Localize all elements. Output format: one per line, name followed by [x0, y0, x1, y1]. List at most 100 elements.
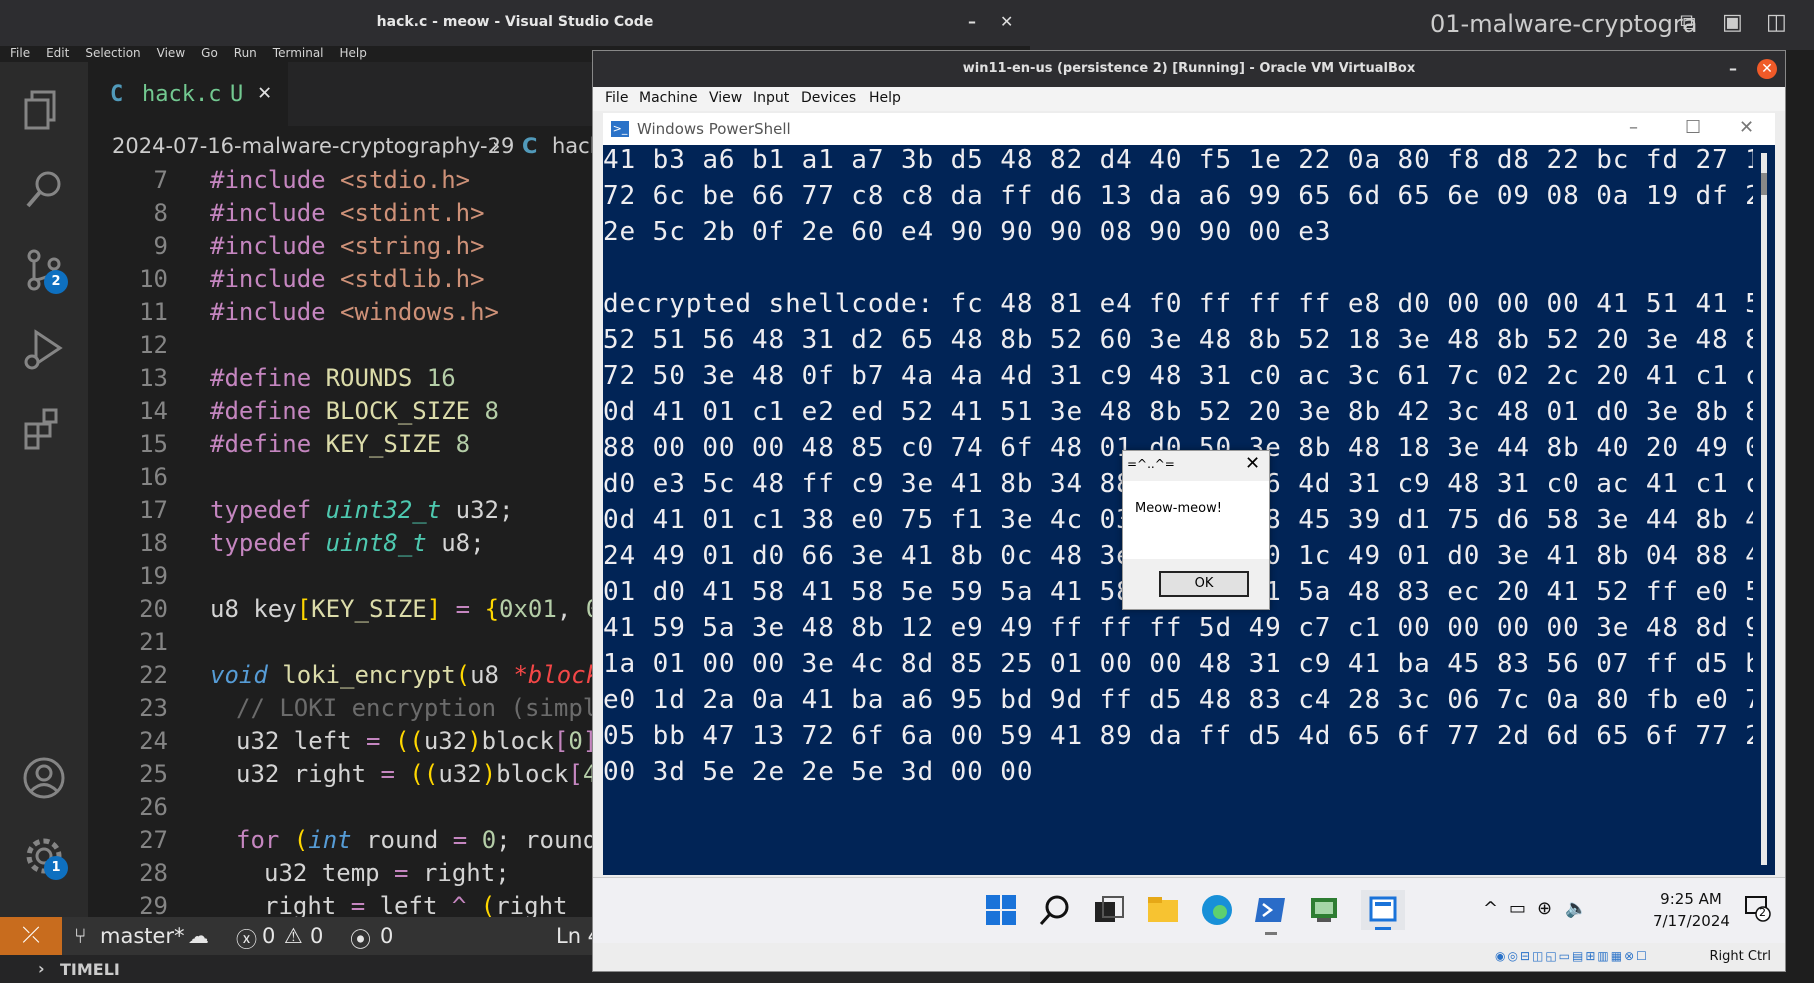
vm-window-title: win11-en-us (persistence 2) [Running] - … — [962, 61, 1416, 76]
network-globe-icon[interactable]: ⊕ — [1537, 898, 1552, 919]
close-icon[interactable]: ✕ — [1757, 59, 1777, 79]
code-editor[interactable]: 7 #include <stdio.h> 8 #include <stdint.h>… — [88, 166, 618, 917]
clock-time: 9:25 AM — [1660, 890, 1722, 908]
layout-icon[interactable]: ⧉ — [1680, 10, 1696, 35]
tab-hack-c[interactable]: C hack.c U ✕ — [88, 62, 288, 126]
close-icon[interactable]: ✕ — [1739, 117, 1754, 138]
error-count[interactable]: 0 — [262, 924, 275, 948]
menubar: File Edit Selection View Go Run Terminal Help — [0, 46, 600, 62]
branch-name[interactable]: master* — [100, 924, 185, 948]
extensions-icon[interactable] — [20, 406, 68, 454]
task-view-icon[interactable] — [1091, 892, 1127, 928]
ports-icon: ⦿ — [350, 928, 371, 952]
ports-count[interactable]: 0 — [380, 924, 393, 948]
app-icon[interactable] — [1307, 892, 1343, 928]
console-line: 2e 5c 2b 0f 2e 60 e4 90 90 90 08 90 90 0… — [603, 217, 1332, 247]
menu-help[interactable]: Help — [869, 90, 901, 106]
accounts-icon[interactable] — [20, 754, 68, 802]
menu-view[interactable]: View — [709, 90, 742, 106]
chevron-right-icon: › — [38, 959, 45, 978]
c-file-icon: C — [110, 82, 124, 107]
minimize-icon[interactable]: – — [968, 12, 976, 31]
branch-icon: ⑂ — [74, 924, 87, 948]
menu-go[interactable]: Go — [201, 46, 218, 60]
close-icon[interactable]: ✕ — [1000, 12, 1013, 31]
scrollbar[interactable] — [1761, 153, 1767, 865]
line-number: 7 — [153, 166, 168, 194]
edge-icon[interactable] — [1199, 892, 1235, 928]
menu-file[interactable]: File — [10, 46, 30, 60]
line-number: 28 — [139, 859, 168, 887]
menu-selection[interactable]: Selection — [85, 46, 140, 60]
virtualbox-titlebar: win11-en-us (persistence 2) [Running] - … — [593, 51, 1785, 87]
vbox-statusbar: ◉◎⊟◫◱▭▤⊞▥▦⊗☐ Right Ctrl — [593, 943, 1785, 971]
console-line: 41 59 5a 3e 48 8b 12 e9 49 ff ff ff 5d 4… — [603, 613, 1753, 643]
line-number: 17 — [139, 496, 168, 524]
menu-terminal[interactable]: Terminal — [273, 46, 324, 60]
dialog-body: Meow-meow! — [1123, 481, 1269, 559]
virtualbox-guest-icon[interactable] — [1361, 890, 1405, 930]
sync-icon[interactable]: ☁ — [188, 924, 209, 948]
start-icon[interactable] — [983, 892, 1019, 928]
console-line: 00 3d 5e 2e 2e 5e 3d 00 00 — [603, 757, 1034, 787]
maximize-icon[interactable]: ☐ — [1685, 117, 1701, 138]
volume-icon[interactable]: 🔈 — [1565, 898, 1587, 919]
ok-button[interactable]: OK — [1159, 571, 1249, 597]
dialog-caption: =^..^= — [1127, 457, 1175, 471]
file-explorer-icon[interactable] — [1145, 892, 1181, 928]
line-number: 14 — [139, 397, 168, 425]
background-window-titlebar: 01-malware-cryptogra ⧉ ▣ ◫ — [1030, 0, 1814, 50]
console-line: 52 51 56 48 31 d2 65 48 8b 52 60 3e 48 8… — [603, 325, 1753, 355]
activity-bar: 2 1 — [0, 62, 88, 917]
line-number: 29 — [139, 892, 168, 917]
breadcrumb-folder[interactable]: 2024-07-16-malware-cryptography-29 — [112, 134, 514, 158]
line-number: 23 — [139, 694, 168, 722]
timeline-label: TIMELI — [60, 960, 120, 979]
untracked-indicator: U — [230, 82, 244, 107]
scrollbar-thumb[interactable] — [1761, 173, 1767, 195]
menu-devices[interactable]: Devices — [801, 90, 856, 106]
line-number: 19 — [139, 562, 168, 590]
dialog-close-icon[interactable]: ✕ — [1245, 453, 1260, 474]
search-icon[interactable] — [1037, 892, 1073, 928]
menu-help[interactable]: Help — [340, 46, 367, 60]
console-line: decrypted shellcode: fc 48 81 e4 f0 ff f… — [603, 289, 1753, 319]
explorer-icon[interactable] — [20, 86, 68, 134]
powershell-icon: >_ — [611, 121, 629, 137]
menu-run[interactable]: Run — [234, 46, 257, 60]
source-control-icon[interactable]: 2 — [20, 246, 68, 294]
search-icon[interactable] — [20, 166, 68, 214]
powershell-titlebar: >_ Windows PowerShell – ☐ ✕ — [603, 113, 1775, 145]
minimize-icon[interactable]: – — [1729, 59, 1737, 78]
remote-indicator[interactable]: ⤫ — [0, 917, 62, 955]
line-number: 12 — [139, 331, 168, 359]
menu-input[interactable]: Input — [753, 90, 789, 106]
battery-icon[interactable]: ▭ — [1509, 898, 1526, 919]
system-clock[interactable]: 9:25 AM 7/17/2024 — [1653, 888, 1730, 932]
powershell-icon[interactable] — [1253, 892, 1289, 935]
tab-label: hack.c — [142, 82, 222, 107]
window-title: hack.c - meow - Visual Studio Code — [376, 14, 654, 30]
line-number: 22 — [139, 661, 168, 689]
split-icon[interactable]: ◫ — [1766, 10, 1787, 35]
minimize-icon[interactable]: – — [1629, 117, 1638, 138]
menu-view[interactable]: View — [157, 46, 185, 60]
menu-file[interactable]: File — [605, 90, 628, 106]
panel-icon[interactable]: ▣ — [1722, 10, 1743, 35]
settings-gear-icon[interactable]: 1 — [20, 832, 68, 880]
vbox-menubar: File Machine View Input Devices Help — [593, 87, 1785, 111]
device-status-icons[interactable]: ◉◎⊟◫◱▭▤⊞▥▦⊗☐ — [1495, 949, 1649, 963]
line-number: 9 — [153, 232, 168, 260]
console-line: e0 1d 2a 0a 41 ba a6 95 bd 9d ff d5 48 8… — [603, 685, 1753, 715]
dialog-message: Meow-meow! — [1135, 501, 1222, 516]
line-number: 10 — [139, 265, 168, 293]
line-number: 18 — [139, 529, 168, 557]
tab-close-icon[interactable]: ✕ — [258, 80, 271, 105]
warning-count[interactable]: 0 — [310, 924, 323, 948]
run-debug-icon[interactable] — [20, 326, 68, 374]
menu-edit[interactable]: Edit — [46, 46, 69, 60]
chevron-up-icon[interactable]: ^ — [1483, 898, 1498, 919]
notification-count: 2 — [1759, 906, 1766, 919]
notification-icon[interactable]: 2 — [1743, 894, 1771, 922]
menu-machine[interactable]: Machine — [639, 90, 698, 106]
